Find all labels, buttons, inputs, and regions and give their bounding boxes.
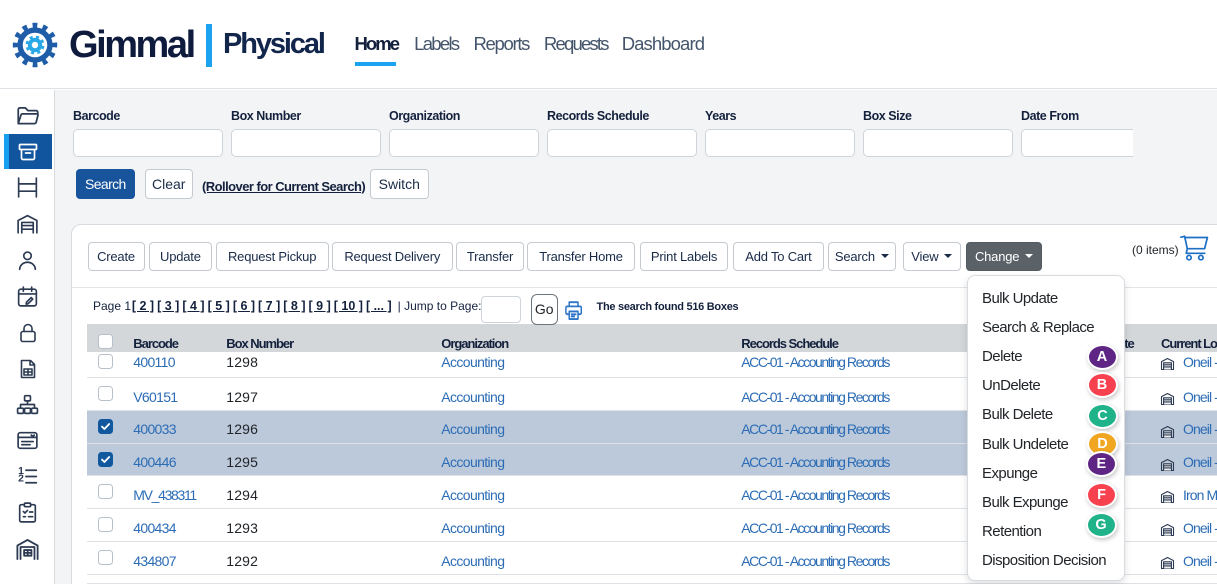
svg-text:2: 2	[18, 473, 24, 484]
